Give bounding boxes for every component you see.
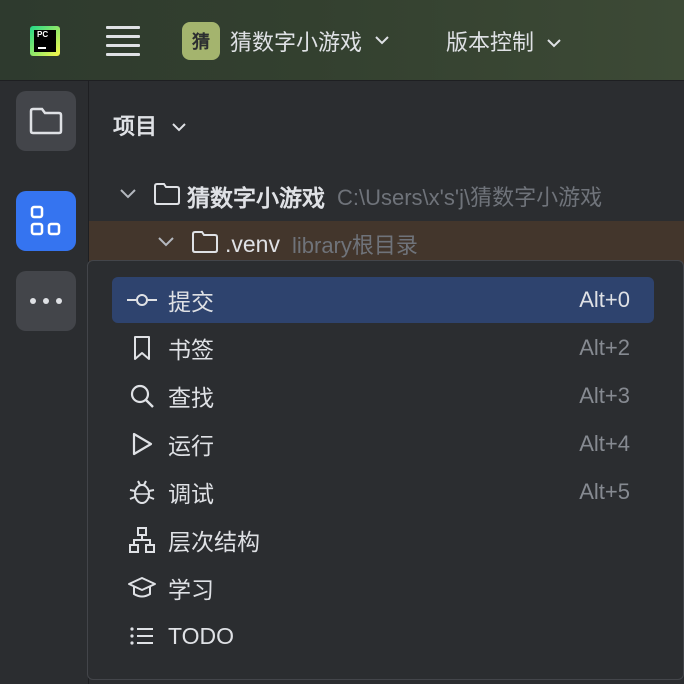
vcs-menu-button[interactable]: 版本控制 xyxy=(446,22,562,60)
chevron-down-icon xyxy=(374,32,390,50)
project-avatar-icon: 猜 xyxy=(182,22,220,60)
bookmark-icon xyxy=(126,332,158,364)
project-selector[interactable]: 猜 猜数字小游戏 xyxy=(182,22,390,60)
menu-item-label: 查找 xyxy=(168,385,214,411)
menu-item-label: 提交 xyxy=(168,289,214,315)
structure-icon[interactable] xyxy=(16,191,76,251)
hierarchy-icon xyxy=(126,524,158,556)
menu-item-label: 运行 xyxy=(168,433,214,459)
main-menu-button[interactable] xyxy=(106,26,140,56)
logo-text: PC xyxy=(37,30,49,39)
menu-item-shortcut: Alt+5 xyxy=(579,479,630,504)
debug-icon xyxy=(126,476,158,508)
project-avatar-letter: 猜 xyxy=(192,32,210,52)
tool-window-popup-menu: 提交 Alt+0 书签 Alt+2 查找 Alt+3 运行 Alt+4 调试 A… xyxy=(87,260,684,680)
menu-item-shortcut: Alt+3 xyxy=(579,383,630,408)
project-folder-icon[interactable] xyxy=(16,91,76,151)
search-icon xyxy=(126,380,158,412)
tree-item-name: .venv xyxy=(225,230,280,257)
menu-item-bookmarks[interactable]: 书签 Alt+2 xyxy=(112,325,654,371)
menu-item-hierarchy[interactable]: 层次结构 xyxy=(112,517,654,563)
menu-item-label: 书签 xyxy=(168,337,214,363)
expand-chevron-icon[interactable] xyxy=(119,187,137,205)
panel-title[interactable]: 项目 xyxy=(113,109,187,141)
pycharm-logo-icon[interactable]: PC xyxy=(30,26,60,56)
todo-icon xyxy=(126,620,158,652)
menu-item-find[interactable]: 查找 Alt+3 xyxy=(112,373,654,419)
learn-icon xyxy=(126,572,158,604)
commit-icon xyxy=(126,284,158,316)
more-icon[interactable] xyxy=(16,271,76,331)
chevron-down-icon xyxy=(171,112,187,138)
menu-item-label: 学习 xyxy=(168,577,214,603)
menu-item-todo[interactable]: TODO xyxy=(112,613,654,659)
run-icon xyxy=(126,428,158,460)
tree-item-hint: library根目录 xyxy=(291,233,418,258)
menu-item-run[interactable]: 运行 Alt+4 xyxy=(112,421,654,467)
folder-icon xyxy=(153,182,181,211)
menu-item-shortcut: Alt+0 xyxy=(579,287,630,312)
chevron-down-icon xyxy=(546,28,562,54)
menu-item-label: 层次结构 xyxy=(168,529,260,555)
tree-item-path: C:\Users\x's'j\猜数字小游戏 xyxy=(337,185,603,210)
main-toolbar: PC 猜 猜数字小游戏 版本控制 xyxy=(0,0,684,81)
folder-icon xyxy=(191,230,219,259)
vcs-label: 版本控制 xyxy=(446,30,535,55)
menu-item-debug[interactable]: 调试 Alt+5 xyxy=(112,469,654,515)
menu-item-shortcut: Alt+2 xyxy=(579,335,630,360)
menu-item-label: 调试 xyxy=(168,481,214,507)
expand-chevron-icon[interactable] xyxy=(157,235,175,253)
tree-item-name: 猜数字小游戏 xyxy=(187,185,325,211)
tool-window-strip xyxy=(0,81,89,684)
menu-item-commit[interactable]: 提交 Alt+0 xyxy=(112,277,654,323)
menu-item-shortcut: Alt+4 xyxy=(579,431,630,456)
project-name: 猜数字小游戏 xyxy=(230,30,363,55)
menu-item-learn[interactable]: 学习 xyxy=(112,565,654,611)
tree-row-project-root[interactable]: 猜数字小游戏 C:\Users\x's'j\猜数字小游戏 xyxy=(89,173,684,219)
panel-title-label: 项目 xyxy=(113,114,158,139)
menu-item-label: TODO xyxy=(168,622,235,649)
